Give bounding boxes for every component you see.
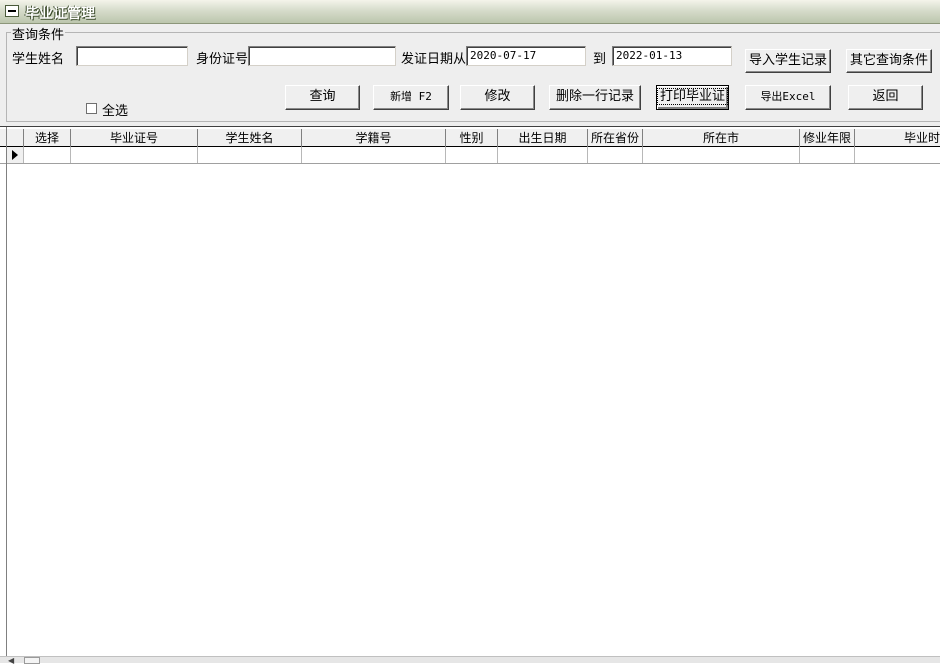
export-excel-label: 导出Excel xyxy=(760,90,816,103)
search-button[interactable]: 查询 xyxy=(285,85,360,110)
cell-select[interactable] xyxy=(24,147,71,163)
issue-date-to-label: 到 xyxy=(593,52,607,67)
row-selector-cell[interactable] xyxy=(7,147,24,163)
export-excel-button[interactable]: 导出Excel xyxy=(745,85,831,110)
column-header-select[interactable]: 选择 xyxy=(24,129,71,147)
id-number-input[interactable] xyxy=(248,46,396,66)
column-header-graduation-time[interactable]: 毕业时 xyxy=(855,129,940,147)
current-row-arrow-icon xyxy=(12,150,18,160)
query-group-label: 查询条件 xyxy=(11,24,66,43)
cell-province[interactable] xyxy=(588,147,643,163)
delete-row-button[interactable]: 删除一行记录 xyxy=(549,85,641,110)
column-header-study-years[interactable]: 修业年限 xyxy=(800,129,855,147)
back-label: 返回 xyxy=(872,89,899,104)
issue-date-from-input[interactable]: 2020-07-17 xyxy=(466,46,586,66)
student-name-label: 学生姓名 xyxy=(12,52,65,67)
column-header-gender[interactable]: 性别 xyxy=(446,129,498,147)
other-conditions-label: 其它查询条件 xyxy=(849,53,928,68)
grid-left-border xyxy=(6,127,7,657)
student-name-input[interactable] xyxy=(76,46,188,66)
column-header-student-name[interactable]: 学生姓名 xyxy=(198,129,302,147)
add-button[interactable]: 新增 F2 xyxy=(373,85,449,110)
print-certificate-label: 打印毕业证 xyxy=(656,88,729,105)
id-number-label: 身份证号 xyxy=(196,52,249,67)
minimize-box-icon[interactable] xyxy=(5,5,19,17)
column-header-province[interactable]: 所在省份 xyxy=(588,129,643,147)
query-panel: 查询条件 学生姓名 身份证号 发证日期从 2020-07-17 到 2022-0… xyxy=(0,24,940,126)
cell-birth-date[interactable] xyxy=(498,147,588,163)
column-header-birth-date[interactable]: 出生日期 xyxy=(498,129,588,147)
edit-label: 修改 xyxy=(484,89,511,104)
back-button[interactable]: 返回 xyxy=(848,85,923,110)
cell-city[interactable] xyxy=(643,147,800,163)
column-header-city[interactable]: 所在市 xyxy=(643,129,800,147)
grid-header-row: 选择 毕业证号 学生姓名 学籍号 性别 出生日期 所在省份 所在市 修业年限 毕… xyxy=(0,129,940,147)
import-students-button[interactable]: 导入学生记录 xyxy=(745,49,831,73)
window-title: 毕业证管理 xyxy=(25,6,95,22)
grid-corner-cell xyxy=(7,129,24,147)
data-grid[interactable]: 选择 毕业证号 学生姓名 学籍号 性别 出生日期 所在省份 所在市 修业年限 毕… xyxy=(0,126,940,657)
cell-study-years[interactable] xyxy=(800,147,855,163)
cell-gender[interactable] xyxy=(446,147,498,163)
import-students-label: 导入学生记录 xyxy=(748,53,827,68)
select-all-checkbox[interactable] xyxy=(86,103,97,114)
column-header-enrollment-no[interactable]: 学籍号 xyxy=(302,129,446,147)
print-certificate-button[interactable]: 打印毕业证 xyxy=(656,85,729,110)
issue-date-from-label: 发证日期从 xyxy=(401,52,467,67)
delete-row-label: 删除一行记录 xyxy=(555,89,634,104)
horizontal-scrollbar[interactable]: ◀ xyxy=(0,656,940,665)
cell-enrollment-no[interactable] xyxy=(302,147,446,163)
table-row[interactable] xyxy=(0,147,940,164)
cell-certificate-no[interactable] xyxy=(71,147,198,163)
issue-date-to-input[interactable]: 2022-01-13 xyxy=(612,46,732,66)
cell-student-name[interactable] xyxy=(198,147,302,163)
other-conditions-button[interactable]: 其它查询条件 xyxy=(846,49,932,73)
search-label: 查询 xyxy=(309,89,336,104)
cell-graduation-time[interactable] xyxy=(855,147,940,163)
select-all-label: 全选 xyxy=(102,104,129,119)
add-label: 新增 F2 xyxy=(390,90,432,103)
column-header-certificate-no[interactable]: 毕业证号 xyxy=(71,129,198,147)
edit-button[interactable]: 修改 xyxy=(460,85,535,110)
title-bar: 毕业证管理 xyxy=(0,0,940,24)
